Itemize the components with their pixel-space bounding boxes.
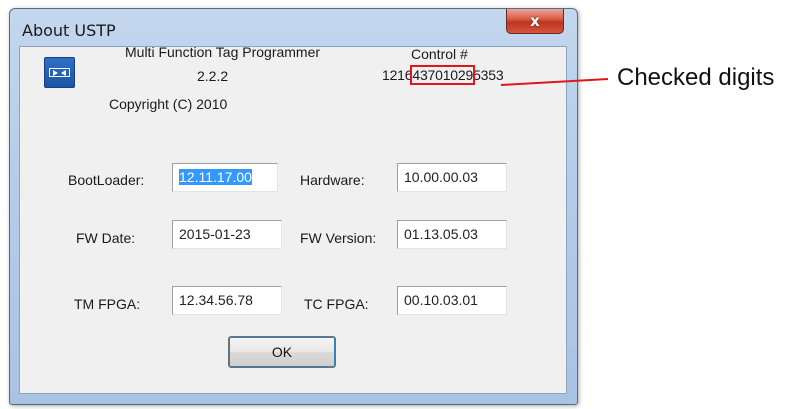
tc-fpga-label: TC FPGA: [304, 296, 369, 312]
callout-label: Checked digits [617, 64, 775, 91]
tc-fpga-value: 00.10.03.01 [404, 292, 478, 308]
control-number: 1216437010295353 [382, 65, 504, 85]
fw-version-value: 01.13.05.03 [404, 226, 478, 242]
title-bar[interactable]: About USTP x [10, 9, 577, 47]
fw-version-field[interactable]: 01.13.05.03 [397, 220, 507, 249]
fw-date-label: FW Date: [76, 230, 136, 246]
control-number-suffix: 5353 [473, 67, 504, 83]
control-number-checked-digits: 43701029 [410, 65, 476, 85]
tm-fpga-field[interactable]: 12.34.56.78 [172, 286, 282, 315]
tm-fpga-label: TM FPGA: [74, 296, 141, 312]
control-number-prefix: 1216 [382, 67, 413, 83]
fw-date-value: 2015-01-23 [179, 226, 251, 242]
version-text: 2.2.2 [197, 68, 229, 84]
control-number-label: Control # [411, 46, 468, 62]
app-logo-icon [44, 57, 75, 88]
hardware-field[interactable]: 10.00.00.03 [397, 163, 507, 192]
ok-button[interactable]: OK [228, 336, 336, 368]
window-title: About USTP [22, 21, 116, 40]
fw-version-label: FW Version: [300, 230, 377, 246]
bootloader-label: BootLoader: [68, 172, 145, 188]
copyright-text: Copyright (C) 2010 [109, 96, 228, 112]
close-button[interactable]: x [506, 9, 564, 34]
hardware-value: 10.00.00.03 [404, 169, 478, 185]
close-icon: x [530, 12, 540, 30]
bootloader-field[interactable]: 12.11.17.00 [172, 163, 278, 192]
app-logo-glyph [49, 68, 70, 77]
tc-fpga-field[interactable]: 00.10.03.01 [397, 286, 507, 315]
hardware-label: Hardware: [300, 172, 365, 188]
tm-fpga-value: 12.34.56.78 [179, 292, 253, 308]
fw-date-field[interactable]: 2015-01-23 [172, 220, 282, 249]
bootloader-value: 12.11.17.00 [179, 169, 252, 185]
product-name: Multi Function Tag Programmer [125, 44, 321, 60]
